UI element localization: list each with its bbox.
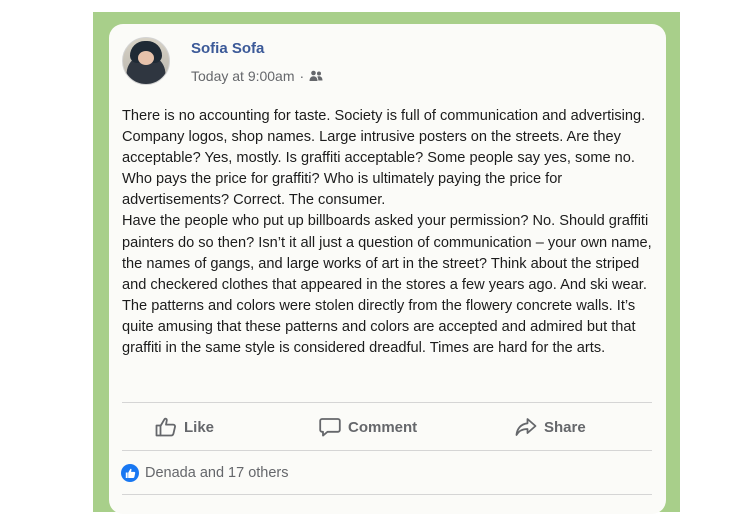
divider	[122, 494, 652, 495]
post-card: Sofia Sofa Today at 9:00am · There is no…	[109, 24, 666, 514]
share-label: Share	[544, 418, 586, 436]
comment-label: Comment	[348, 418, 418, 436]
post-header: Sofia Sofa Today at 9:00am ·	[122, 36, 642, 86]
divider	[122, 450, 652, 451]
separator-dot: ·	[299, 68, 305, 84]
friends-icon[interactable]	[309, 70, 323, 82]
post-meta: Today at 9:00am ·	[191, 68, 323, 84]
post-paragraph: Have the people who put up billboards as…	[122, 213, 652, 357]
share-button[interactable]: Share	[515, 417, 586, 437]
post-timestamp[interactable]: Today at 9:00am	[191, 68, 295, 84]
comment-icon	[319, 418, 341, 437]
like-reaction-icon	[121, 464, 139, 482]
comment-button[interactable]: Comment	[319, 417, 417, 437]
like-button[interactable]: Like	[155, 417, 214, 437]
action-bar: Like Comment Share	[122, 408, 652, 448]
author-name[interactable]: Sofia Sofa	[191, 40, 264, 57]
like-label: Like	[184, 418, 215, 436]
thumbs-up-icon	[155, 417, 176, 437]
divider	[122, 402, 652, 403]
share-icon	[515, 418, 537, 436]
avatar-face	[138, 51, 154, 65]
reactions-count: Denada and 17 others	[145, 465, 289, 481]
post-body: There is no accounting for taste. Societ…	[122, 106, 660, 359]
post-paragraph: There is no accounting for taste. Societ…	[122, 108, 646, 209]
reactions-summary[interactable]: Denada and 17 others	[121, 464, 289, 482]
avatar[interactable]	[122, 37, 170, 85]
